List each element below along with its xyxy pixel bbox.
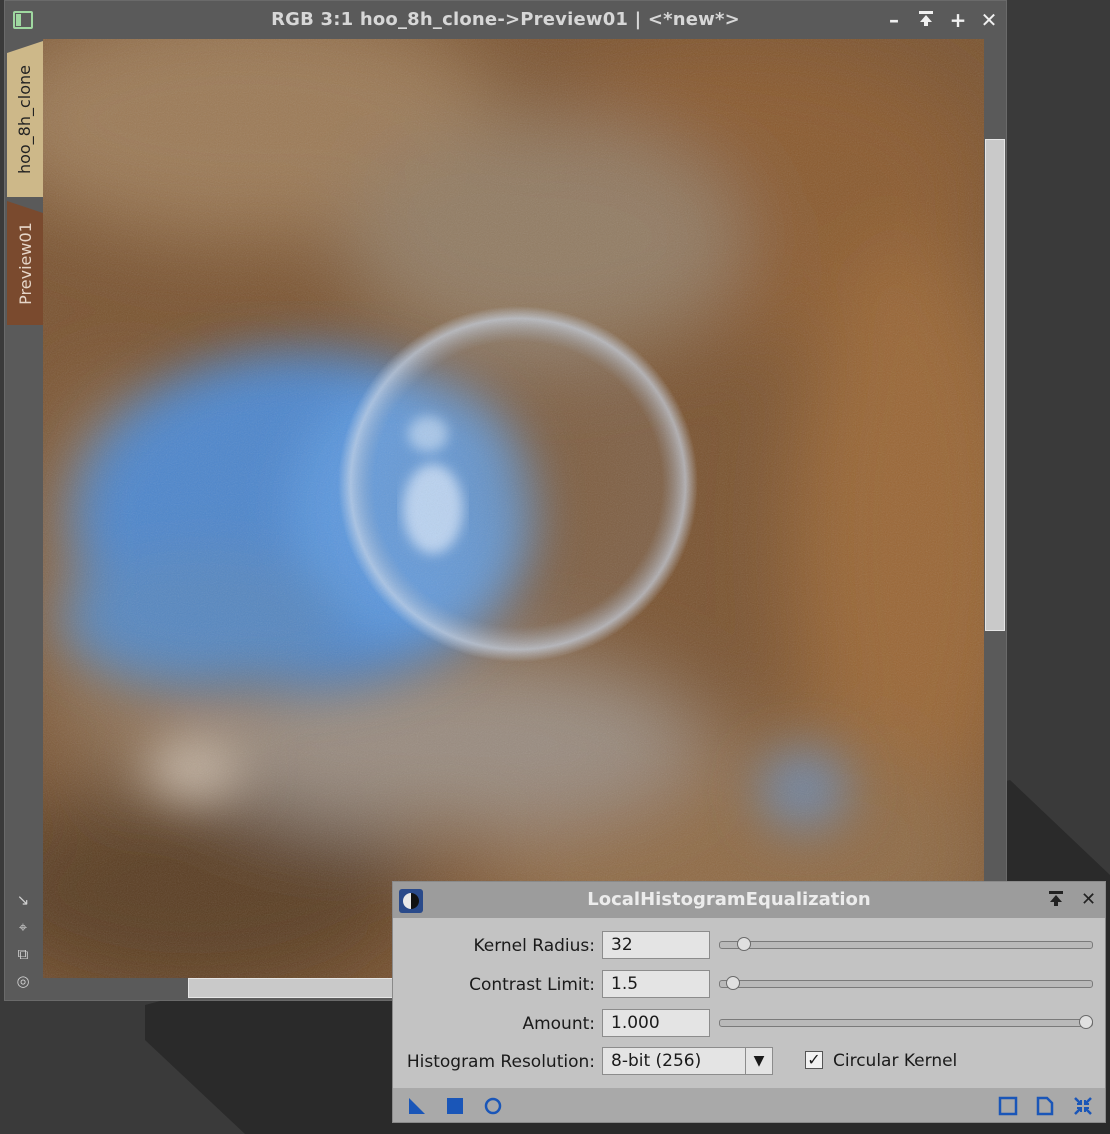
image-window-title: RGB 3:1 hoo_8h_clone->Preview01 | <*new*… — [271, 9, 740, 30]
dialog-body: Kernel Radius: 32 Contrast Limit: 1.5 Am… — [393, 918, 1105, 1088]
kernel-radius-slider[interactable] — [719, 941, 1093, 949]
vertical-scroll-thumb[interactable] — [985, 139, 1005, 631]
horizontal-scroll-thumb[interactable] — [188, 978, 398, 998]
maximize-icon[interactable]: + — [947, 9, 969, 31]
histogram-resolution-row: Histogram Resolution: 8-bit (256) ▼ ✓ Ci… — [393, 1047, 1105, 1077]
kernel-radius-row: Kernel Radius: 32 — [393, 931, 1105, 961]
dialog-titlebar[interactable]: LocalHistogramEqualization ✕ — [393, 882, 1105, 918]
circular-kernel-checkbox[interactable]: ✓ — [805, 1051, 823, 1069]
view-tabs: hoo_8h_clone Preview01 — [7, 39, 45, 329]
documentation-icon[interactable] — [1035, 1096, 1055, 1116]
kernel-radius-field[interactable]: 32 — [602, 931, 710, 959]
tab-hoo-8h-clone[interactable]: hoo_8h_clone — [7, 41, 43, 197]
preview-icon[interactable] — [998, 1096, 1018, 1116]
dialog-title: LocalHistogramEqualization — [587, 889, 871, 910]
close-icon[interactable]: ✕ — [978, 9, 1000, 31]
minimize-icon[interactable]: – — [883, 9, 905, 31]
kernel-radius-slider-knob[interactable] — [737, 937, 751, 951]
tab-preview01[interactable]: Preview01 — [7, 201, 43, 325]
contrast-limit-slider[interactable] — [719, 980, 1093, 988]
dialog-footer — [393, 1088, 1105, 1122]
fit-view-icon[interactable]: ⌖ — [14, 918, 32, 936]
amount-slider[interactable] — [719, 1019, 1093, 1027]
clone-view-icon[interactable]: ⧉ — [14, 945, 32, 963]
apply-global-icon[interactable] — [483, 1096, 503, 1116]
amount-label: Amount: — [522, 1014, 595, 1034]
kernel-radius-label: Kernel Radius: — [473, 936, 595, 956]
shade-icon[interactable] — [915, 9, 937, 31]
new-instance-icon[interactable] — [407, 1096, 427, 1116]
shade-icon[interactable] — [1047, 889, 1065, 912]
tab-label: hoo_8h_clone — [15, 64, 35, 174]
histogram-resolution-value: 8-bit (256) — [611, 1051, 702, 1071]
zoom-to-fit-icon[interactable]: ↘ — [14, 891, 32, 909]
image-window: RGB 3:1 hoo_8h_clone->Preview01 | <*new*… — [4, 0, 1007, 1001]
contrast-limit-label: Contrast Limit: — [469, 975, 595, 995]
amount-row: Amount: 1.000 — [393, 1009, 1105, 1039]
amount-slider-knob[interactable] — [1079, 1015, 1093, 1029]
circular-kernel-label: Circular Kernel — [833, 1051, 958, 1071]
local-histogram-equalization-dialog: LocalHistogramEqualization ✕ Kernel Radi… — [392, 881, 1106, 1123]
image-window-titlebar[interactable]: RGB 3:1 hoo_8h_clone->Preview01 | <*new*… — [5, 1, 1006, 39]
apply-icon[interactable] — [445, 1096, 465, 1116]
amount-field[interactable]: 1.000 — [602, 1009, 710, 1037]
side-toolbar: ↘ ⌖ ⧉ ◎ — [14, 891, 38, 999]
nebula-image[interactable] — [43, 39, 984, 978]
chevron-down-icon[interactable]: ▼ — [745, 1048, 772, 1074]
close-icon[interactable]: ✕ — [1081, 889, 1096, 910]
reset-icon[interactable] — [1073, 1096, 1093, 1116]
contrast-limit-row: Contrast Limit: 1.5 — [393, 970, 1105, 1000]
contrast-limit-field[interactable]: 1.5 — [602, 970, 710, 998]
target-icon[interactable]: ◎ — [14, 972, 32, 990]
histogram-resolution-select[interactable]: 8-bit (256) ▼ — [602, 1047, 773, 1075]
histogram-resolution-label: Histogram Resolution: — [406, 1052, 595, 1072]
tab-label: Preview01 — [15, 221, 35, 305]
